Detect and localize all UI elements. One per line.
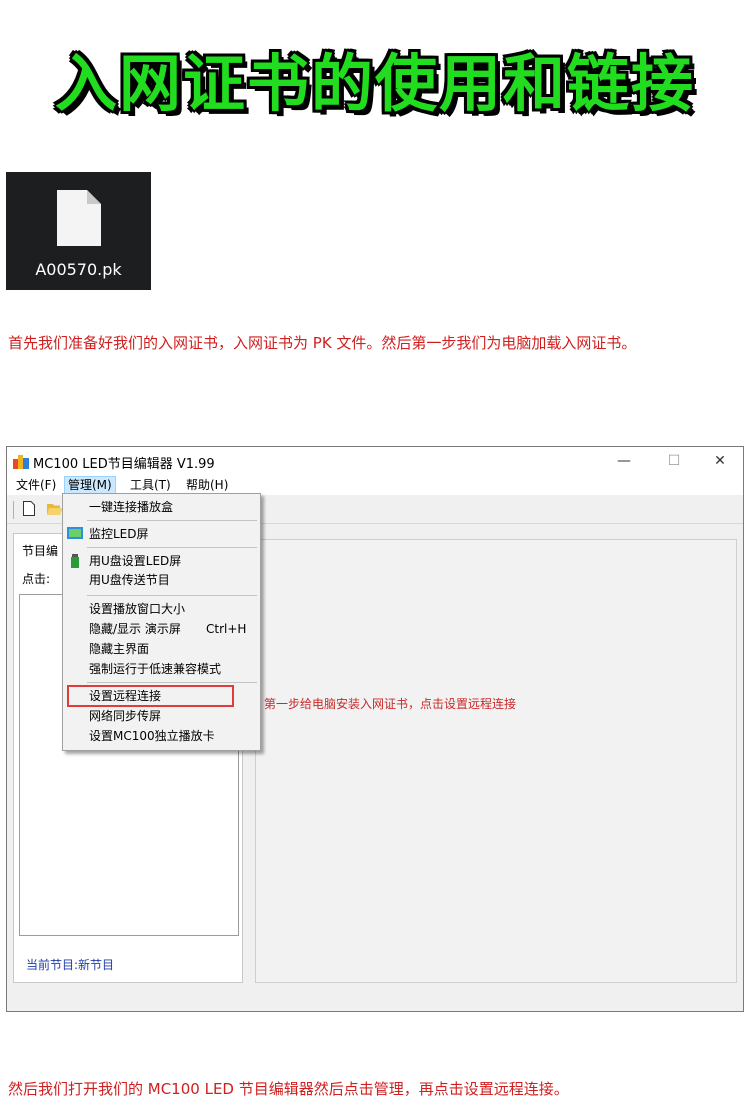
window-title: MC100 LED节目编辑器 V1.99 <box>33 457 215 472</box>
menu-item-one-click-connect[interactable]: 一键连接播放盒 <box>63 497 260 517</box>
manage-dropdown-menu: 一键连接播放盒 监控LED屏 用U盘设置LED屏 用U盘传送节目 设置播放窗口大… <box>62 493 261 751</box>
app-window: MC100 LED节目编辑器 V1.99 — ☐ ✕ 文件(F) 管理(M) 工… <box>6 446 744 1012</box>
menu-item-standalone-card[interactable]: 设置MC100独立播放卡 <box>63 726 260 746</box>
close-button[interactable]: ✕ <box>705 451 735 471</box>
maximize-button[interactable]: ☐ <box>659 451 689 471</box>
toolbar-divider <box>13 501 14 519</box>
menu-item-network-sync[interactable]: 网络同步传屏 <box>63 706 260 726</box>
menu-bar: 文件(F) 管理(M) 工具(T) 帮助(H) <box>7 475 743 495</box>
current-program-status: 当前节目:新节目 <box>26 958 115 972</box>
step-annotation: 第一步给电脑安装入网证书，点击设置远程连接 <box>264 697 517 711</box>
menu-separator <box>87 595 257 596</box>
menu-tools[interactable]: 工具(T) <box>127 477 174 493</box>
status-bar <box>7 987 743 1011</box>
menu-item-hide-main[interactable]: 隐藏主界面 <box>63 639 260 659</box>
click-label: 点击: <box>22 572 51 586</box>
menu-item-compat-mode[interactable]: 强制运行于低速兼容模式 <box>63 659 260 679</box>
tab-program-edit[interactable]: 节目编 <box>22 542 58 559</box>
step-paragraph: 然后我们打开我们的 MC100 LED 节目编辑器然后点击管理，再点击设置远程连… <box>8 1080 569 1098</box>
title-bar: MC100 LED节目编辑器 V1.99 — ☐ ✕ <box>7 447 743 475</box>
open-folder-icon[interactable] <box>47 502 63 515</box>
menu-item-window-size[interactable]: 设置播放窗口大小 <box>63 599 260 619</box>
menu-file[interactable]: 文件(F) <box>13 477 59 493</box>
file-icon <box>57 190 101 246</box>
new-file-icon[interactable] <box>23 501 35 516</box>
menu-item-usb-set-led[interactable]: 用U盘设置LED屏 <box>63 551 260 571</box>
menu-help[interactable]: 帮助(H) <box>183 477 231 493</box>
usb-drive-icon <box>71 554 79 568</box>
intro-paragraph: 首先我们准备好我们的入网证书，入网证书为 PK 文件。然后第一步我们为电脑加载入… <box>8 334 637 352</box>
menu-manage[interactable]: 管理(M) <box>64 476 116 494</box>
preview-area: 第一步给电脑安装入网证书，点击设置远程连接 <box>255 539 737 983</box>
menu-separator <box>87 520 257 521</box>
page-title: 入网证书的使用和链接 <box>54 47 695 120</box>
page-title-banner: 入网证书的使用和链接 <box>0 44 750 124</box>
menu-item-monitor-led[interactable]: 监控LED屏 <box>63 524 260 544</box>
menu-separator <box>87 547 257 548</box>
menu-separator <box>87 682 257 683</box>
file-name: A00570.pk <box>35 260 122 279</box>
minimize-button[interactable]: — <box>609 451 639 471</box>
menu-item-usb-transfer[interactable]: 用U盘传送节目 <box>63 570 260 590</box>
file-tile[interactable]: A00570.pk <box>6 172 151 290</box>
menu-item-toggle-preview[interactable]: 隐藏/显示 演示屏 Ctrl+H <box>63 619 260 639</box>
app-logo-icon <box>13 455 29 469</box>
monitor-icon <box>67 527 83 539</box>
highlight-box <box>67 685 234 707</box>
